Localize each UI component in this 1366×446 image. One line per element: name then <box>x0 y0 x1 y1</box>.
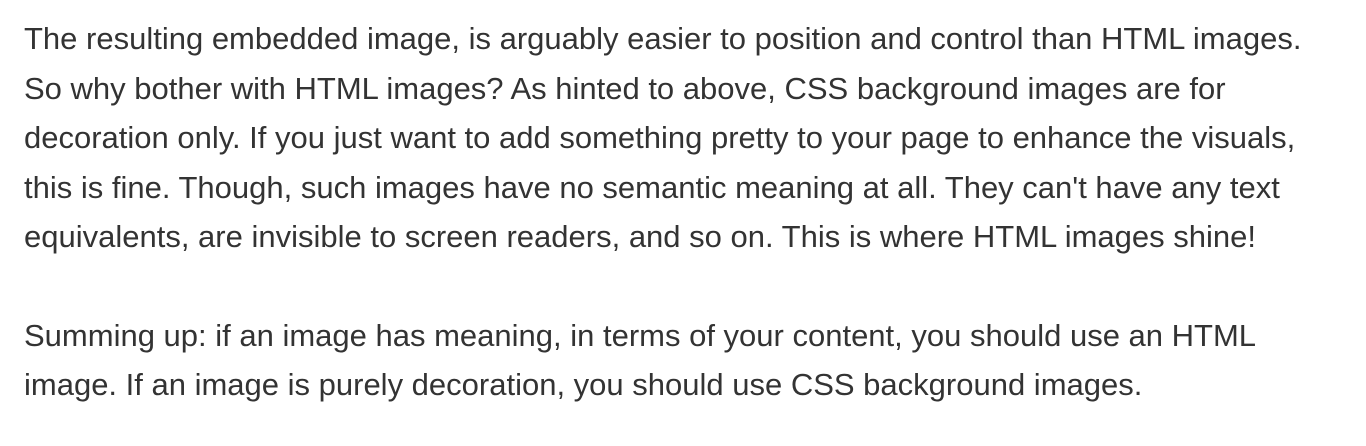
text-line: this is fine. Though, such images have n… <box>24 169 1280 205</box>
text-line: image. If an image is purely decoration,… <box>24 367 1143 402</box>
text-line: The resulting embedded image, is arguabl… <box>24 21 1302 56</box>
text-line: So why bother with HTML images? As hinte… <box>24 70 1226 106</box>
article-body: The resulting embedded image, is arguabl… <box>24 14 1354 410</box>
text-line: Summing up: if an image has meaning, in … <box>24 317 1257 353</box>
paragraph-summary: Summing up: if an image has meaning, in … <box>24 311 1354 410</box>
paragraph-html-vs-css-images: The resulting embedded image, is arguabl… <box>24 14 1354 262</box>
text-line: decoration only. If you just want to add… <box>24 120 1296 155</box>
text-line: equivalents, are invisible to screen rea… <box>24 219 1256 254</box>
